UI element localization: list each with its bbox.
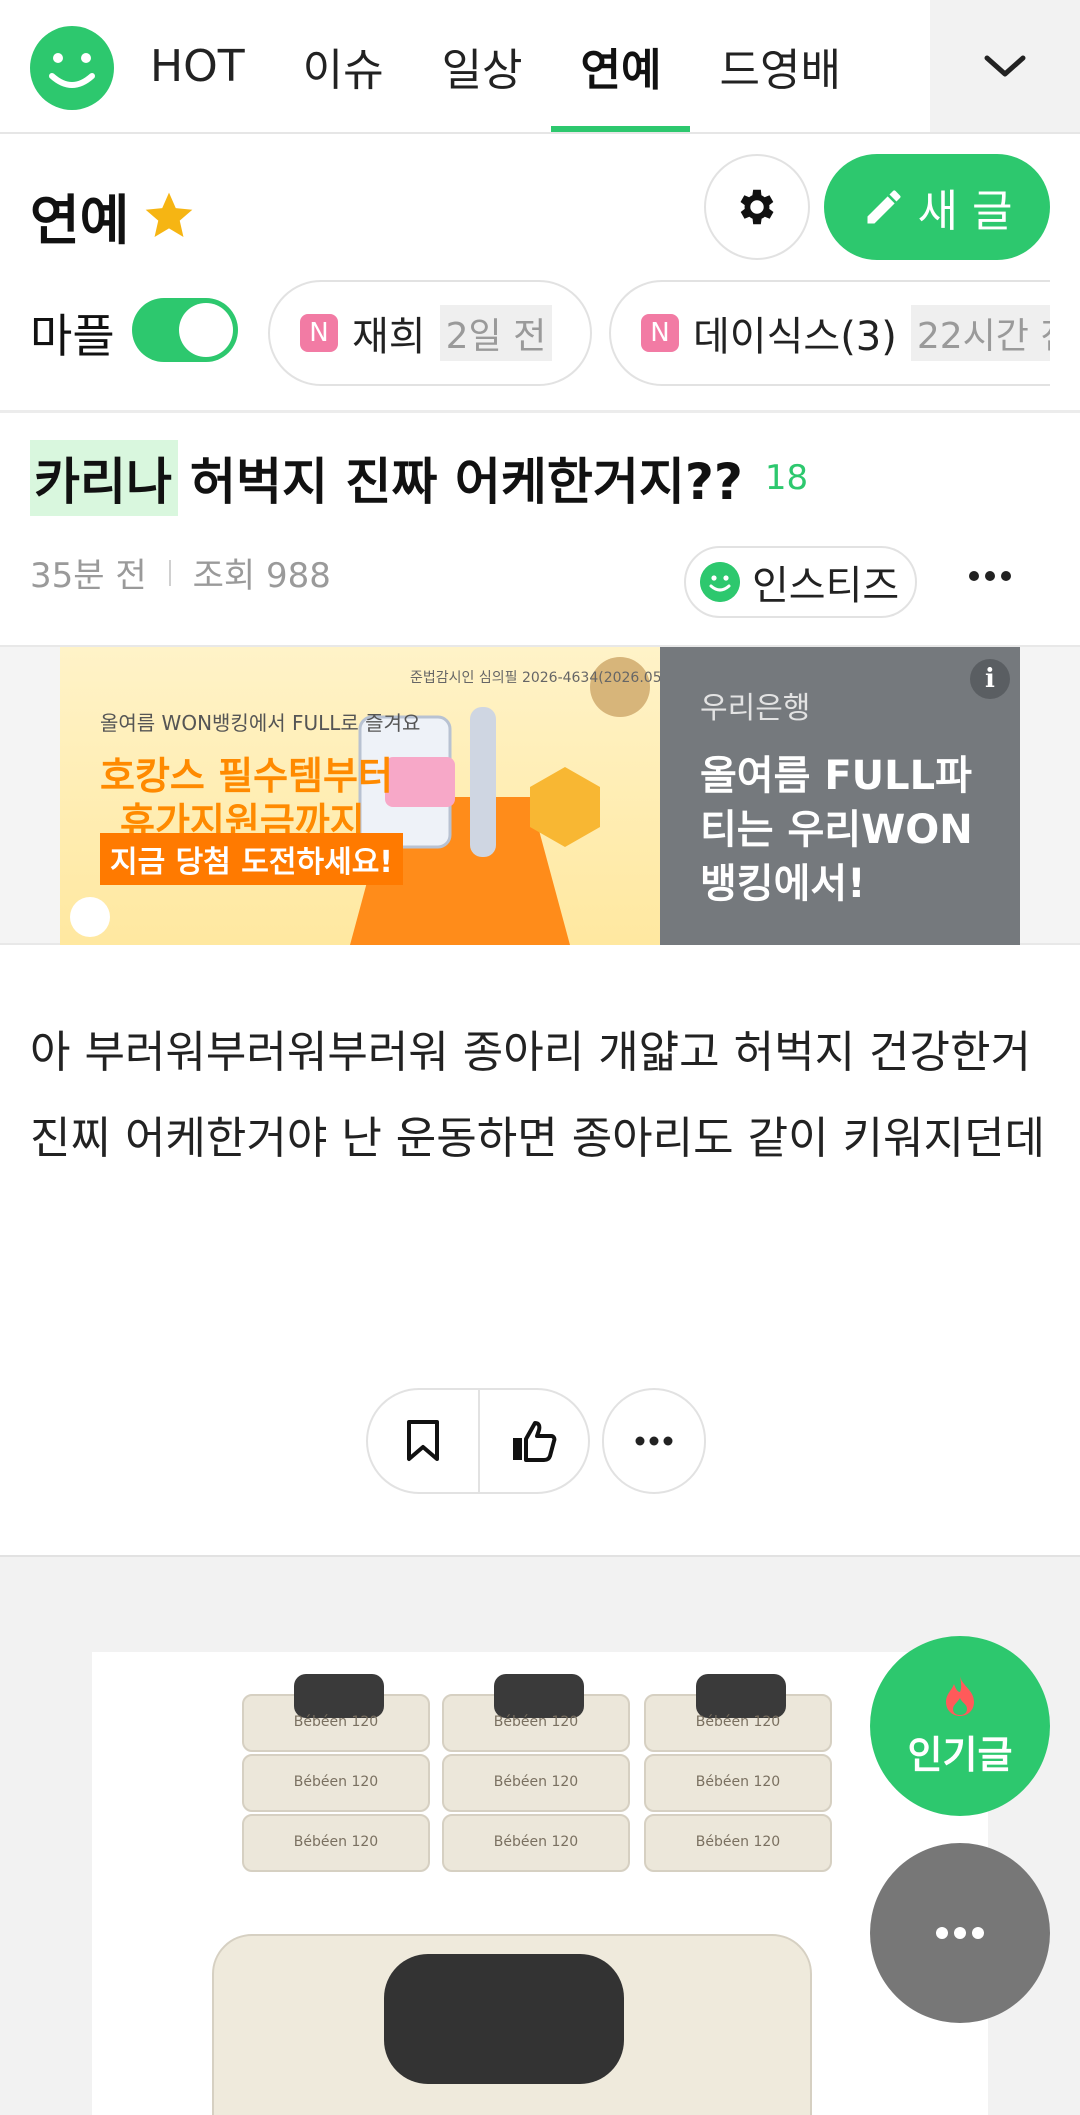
chip-title: 재희 (352, 314, 426, 360)
more-dots-icon (936, 1927, 984, 1939)
new-badge: N (641, 314, 679, 352)
wipes-pack: Bébéen 120 (442, 1754, 630, 1812)
wipes-big-pack (212, 1934, 812, 2115)
wipes-pack: Bébéen 120 (242, 1754, 430, 1812)
post-body: 아 부러워부러워부러워 종아리 개얇고 허벅지 건강한거 진찌 어케한거야 난 … (30, 1027, 1045, 1164)
wipes-pack: Bébéen 120 (644, 1674, 832, 1752)
comment-count[interactable]: 18 (765, 458, 808, 498)
post-title: 카리나 허벅지 진짜 어케한거지?? 18 (30, 440, 808, 516)
settings-button[interactable] (704, 154, 810, 260)
ad-headline: 올여름 FULL파티는 우리WON뱅킹에서! (700, 753, 973, 907)
meta-separator (168, 559, 171, 586)
chip-time: 2일 전 (439, 305, 553, 361)
chevron-down-icon (984, 55, 1026, 77)
ad-line4: 지금 당첨 도전하세요! (100, 833, 403, 885)
tab-issue[interactable]: 이슈 (303, 0, 384, 132)
more-dots-icon (969, 571, 1011, 581)
write-post-button[interactable]: 새 글 (824, 154, 1050, 260)
floating-more-button[interactable] (870, 1843, 1050, 2023)
star-icon[interactable] (141, 188, 197, 244)
post-title-text: 허벅지 진짜 어케한거지?? (190, 453, 743, 511)
wipes-pack: Bébéen 120 (442, 1674, 630, 1752)
ad-text-panel[interactable]: 우리은행 올여름 FULL파티는 우리WON뱅킹에서! i (660, 647, 1020, 945)
action-more-button[interactable] (602, 1388, 706, 1494)
nav-tabs: HOT 이슈 일상 연예 드영배 (150, 0, 899, 132)
tab-entertainment[interactable]: 연예 (550, 0, 690, 132)
bookmark-button[interactable] (368, 1390, 478, 1492)
info-icon[interactable]: i (970, 659, 1010, 699)
nav-dropdown-button[interactable] (930, 0, 1080, 132)
tab-daily[interactable]: 일상 (442, 0, 523, 132)
chip-time: 22시간 전 (910, 305, 1050, 361)
like-button[interactable] (478, 1390, 588, 1492)
wipes-pack: Bébéen 120 (644, 1814, 832, 1872)
ad-brand: 우리은행 (700, 691, 811, 726)
source-name: 인스티즈 (752, 563, 900, 609)
board-title: 연예 (30, 176, 197, 255)
post-title-highlight: 카리나 (30, 440, 178, 516)
tab-drama[interactable]: 드영배 (720, 0, 841, 132)
popular-posts-button[interactable]: 인기글 (870, 1636, 1050, 1816)
trending-chip[interactable]: N 재희 2일 전 (268, 280, 592, 386)
post-views: 조회 988 (192, 556, 331, 596)
ad-banner[interactable]: 준법감시인 심의필 2026-4634(2026.05.22~2026.07.3… (0, 645, 1080, 945)
ad-image[interactable]: 준법감시인 심의필 2026-4634(2026.05.22~2026.07.3… (60, 647, 660, 945)
wipes-pack: Bébéen 120 (442, 1814, 630, 1872)
tab-hot[interactable]: HOT (150, 0, 245, 132)
mapple-label: 마플 (30, 309, 115, 363)
more-dots-icon (635, 1436, 673, 1446)
source-badge[interactable]: 인스티즈 (684, 546, 918, 618)
related-section: Bébéen 120 Bébéen 120 Bébéen 120 Bébéen … (0, 1555, 1080, 2115)
fire-icon (946, 1675, 974, 1716)
trending-chips: N 재희 2일 전 N 데이식스(3) 22시간 전 (268, 280, 1050, 386)
mapple-toggle[interactable] (132, 298, 238, 362)
top-navigation: HOT 이슈 일상 연예 드영배 (0, 0, 1080, 134)
chip-title: 데이식스(3) (693, 314, 897, 360)
post-meta: 35분 전 조회 988 (30, 548, 331, 597)
wipes-pack: Bébéen 120 (644, 1754, 832, 1812)
gear-icon (740, 189, 774, 225)
post-more-button[interactable] (960, 556, 1020, 596)
wipes-pack: Bébéen 120 (242, 1814, 430, 1872)
ad-notice: 준법감시인 심의필 2026-4634(2026.05.22~2026.07.3… (410, 670, 660, 686)
post-actions (366, 1388, 706, 1494)
product-image[interactable]: Bébéen 120 Bébéen 120 Bébéen 120 Bébéen … (92, 1652, 988, 2115)
pencil-icon (867, 190, 900, 224)
ad-line1: 올여름 WON뱅킹에서 FULL로 즐겨요 (100, 711, 421, 735)
thumbs-up-icon (513, 1421, 557, 1462)
toggle-knob (179, 303, 233, 357)
trending-chip[interactable]: N 데이식스(3) 22시간 전 (609, 280, 1050, 386)
popular-label: 인기글 (907, 1732, 1013, 1777)
wipes-pack: Bébéen 120 (242, 1674, 430, 1752)
new-badge: N (300, 314, 338, 352)
action-group (366, 1388, 590, 1494)
write-button-label: 새 글 (917, 186, 1013, 237)
bookmark-icon (407, 1420, 439, 1461)
post-time: 35분 전 (30, 556, 147, 596)
divider (0, 410, 1080, 413)
board-title-text: 연예 (30, 189, 130, 252)
smile-icon (700, 562, 740, 602)
smile-logo-icon[interactable] (30, 26, 114, 110)
